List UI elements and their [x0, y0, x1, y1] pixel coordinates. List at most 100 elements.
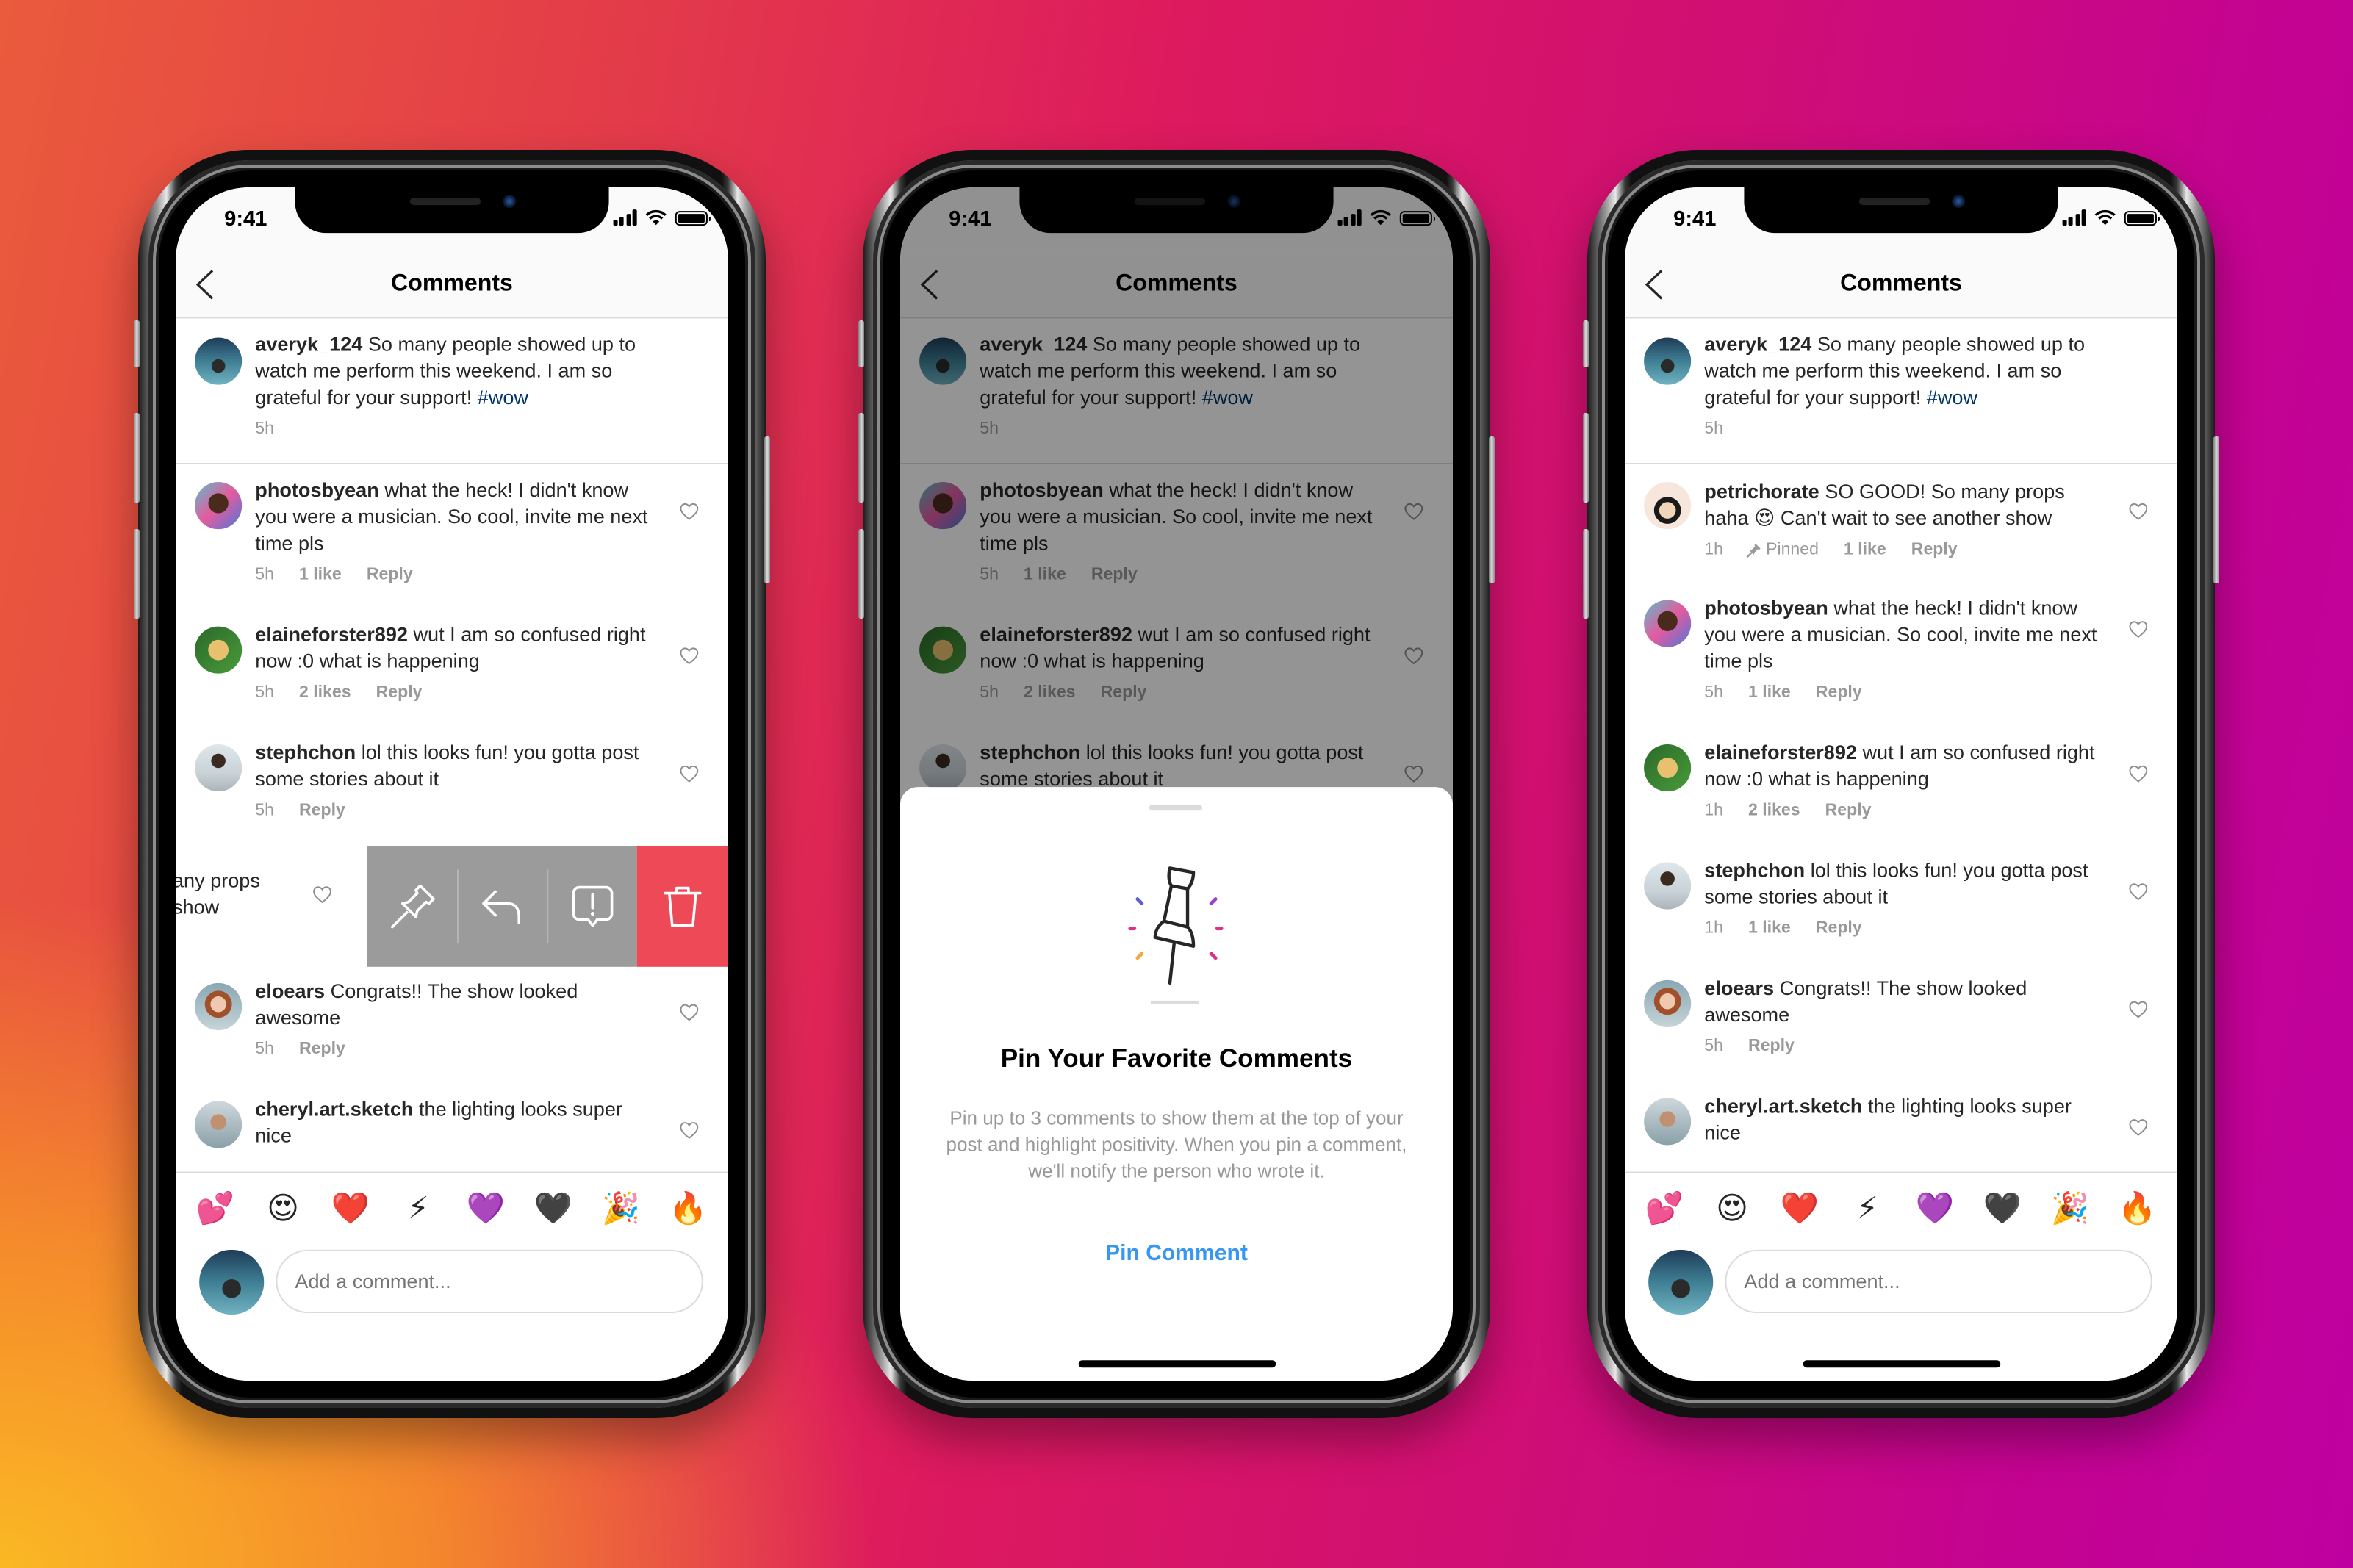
status-time: 9:41 [1673, 208, 1717, 232]
emoji-fire[interactable]: 🔥 [667, 1192, 711, 1227]
like-heart-icon[interactable] [680, 647, 699, 665]
avatar[interactable] [195, 982, 243, 1031]
emoji-black-heart[interactable]: 🖤 [531, 1192, 575, 1227]
reply-button[interactable]: Reply [1825, 802, 1872, 819]
timestamp: 5h [255, 802, 274, 820]
pin-comment-button[interactable] [367, 846, 458, 967]
like-heart-icon[interactable] [2129, 1001, 2148, 1018]
battery-icon [2124, 210, 2160, 226]
avatar[interactable] [195, 1101, 243, 1148]
emoji-party-popper[interactable]: 🎉 [2048, 1192, 2092, 1227]
like-count[interactable]: 2 likes [299, 684, 351, 702]
reply-action-button[interactable] [457, 846, 547, 967]
emoji-purple-heart[interactable]: 💜 [1913, 1192, 1957, 1227]
reply-button[interactable]: Reply [1816, 684, 1862, 702]
like-count[interactable]: 1 like [1844, 541, 1886, 558]
like-heart-icon[interactable] [680, 503, 699, 520]
comment-text-cont: Can't wait to see another show [1780, 507, 2052, 530]
sheet-grabber[interactable] [1149, 805, 1203, 811]
comment-text-truncated: any props show [176, 869, 260, 918]
avatar[interactable] [1644, 744, 1692, 792]
sparkle [1135, 897, 1144, 905]
comment-list: averyk_124 So many people showed up to w… [1625, 317, 2177, 1154]
hashtag-link[interactable]: #wow [478, 386, 528, 409]
reply-arrow-icon [481, 890, 520, 924]
like-heart-icon[interactable] [312, 886, 331, 904]
avatar[interactable] [195, 744, 243, 792]
username[interactable]: stephchon [1704, 859, 1805, 881]
timestamp: 5h [1704, 420, 1723, 438]
add-comment-input[interactable] [276, 1249, 703, 1314]
like-heart-icon[interactable] [2129, 503, 2148, 520]
avatar[interactable] [1644, 600, 1692, 647]
like-count[interactable]: 2 likes [1748, 802, 1800, 819]
delete-comment-button[interactable] [636, 846, 728, 967]
wifi-icon [2094, 209, 2117, 226]
like-heart-icon[interactable] [2129, 765, 2148, 783]
reply-button[interactable]: Reply [367, 566, 413, 583]
add-comment-input[interactable] [1725, 1249, 2152, 1314]
timestamp: 5h [255, 566, 274, 584]
sparkle [1135, 952, 1144, 960]
home-indicator[interactable] [1803, 1360, 2001, 1368]
like-heart-icon[interactable] [680, 1004, 699, 1021]
reply-button[interactable]: Reply [299, 1040, 345, 1058]
avatar[interactable] [195, 626, 243, 674]
username[interactable]: eloears [1704, 977, 1774, 999]
pin-comment-button[interactable]: Pin Comment [900, 1241, 1453, 1266]
username[interactable]: elaineforster892 [255, 624, 408, 646]
like-count[interactable]: 1 like [1748, 684, 1791, 702]
home-indicator[interactable] [1078, 1360, 1276, 1368]
reply-button[interactable]: Reply [299, 802, 345, 819]
emoji-lightning[interactable]: ⚡ [396, 1191, 440, 1228]
username[interactable]: photosbyean [1704, 597, 1828, 619]
reply-button[interactable]: Reply [1748, 1037, 1795, 1055]
comment-row: cheryl.art.sketch the lighting looks sup… [176, 1083, 728, 1157]
avatar[interactable] [1644, 482, 1692, 530]
like-heart-icon[interactable] [2129, 883, 2148, 901]
emoji-heart-eyes[interactable]: 😍 [261, 1191, 305, 1228]
avatar[interactable] [1644, 862, 1692, 910]
username[interactable]: averyk_124 [255, 334, 362, 356]
quick-emoji-bar: 💕 😍 ❤️ ⚡ 💜 🖤 🎉 🔥 [1625, 1171, 2177, 1245]
username[interactable]: averyk_124 [1704, 334, 1811, 356]
mute-switch [1583, 320, 1589, 367]
emoji-red-heart[interactable]: ❤️ [1778, 1192, 1822, 1227]
emoji-purple-heart[interactable]: 💜 [464, 1192, 508, 1227]
emoji-party-popper[interactable]: 🎉 [599, 1192, 643, 1227]
avatar[interactable] [1644, 337, 1692, 385]
username[interactable]: cheryl.art.sketch [1704, 1095, 1862, 1117]
username[interactable]: petrichorate [1704, 481, 1819, 503]
username[interactable]: photosbyean [255, 479, 378, 501]
username[interactable]: cheryl.art.sketch [255, 1098, 413, 1120]
avatar[interactable] [1644, 1098, 1692, 1146]
like-count[interactable]: 1 like [1748, 920, 1791, 938]
emoji-heart-eyes[interactable]: 😍 [1710, 1191, 1754, 1228]
report-button[interactable] [547, 846, 637, 967]
swiped-comment-row[interactable]: any props show [176, 846, 728, 967]
emoji-black-heart[interactable]: 🖤 [1980, 1192, 2025, 1227]
quick-emoji-bar: 💕 😍 ❤️ ⚡ 💜 🖤 🎉 🔥 [176, 1171, 728, 1245]
reply-button[interactable]: Reply [1816, 920, 1862, 938]
like-count[interactable]: 1 like [299, 566, 342, 583]
hashtag-link[interactable]: #wow [1927, 386, 1977, 409]
like-heart-icon[interactable] [680, 1121, 699, 1139]
emoji-fire[interactable]: 🔥 [2116, 1192, 2160, 1227]
avatar[interactable] [195, 482, 243, 530]
reply-button[interactable]: Reply [1911, 541, 1958, 558]
like-heart-icon[interactable] [680, 765, 699, 783]
emoji-red-heart[interactable]: ❤️ [328, 1192, 373, 1227]
like-heart-icon[interactable] [2129, 621, 2148, 639]
like-heart-icon[interactable] [2129, 1118, 2148, 1136]
avatar[interactable] [195, 337, 243, 385]
avatar[interactable] [1644, 979, 1692, 1028]
username[interactable]: eloears [255, 980, 325, 1002]
username[interactable]: elaineforster892 [1704, 741, 1857, 763]
reply-button[interactable]: Reply [376, 684, 423, 702]
emoji-two-hearts[interactable]: 💕 [1642, 1192, 1686, 1227]
username[interactable]: stephchon [255, 741, 356, 763]
mute-switch [134, 320, 140, 367]
comment-row: photosbyean what the heck! I didn't know… [1625, 582, 2177, 727]
emoji-lightning[interactable]: ⚡ [1845, 1191, 1889, 1228]
emoji-two-hearts[interactable]: 💕 [193, 1192, 237, 1227]
